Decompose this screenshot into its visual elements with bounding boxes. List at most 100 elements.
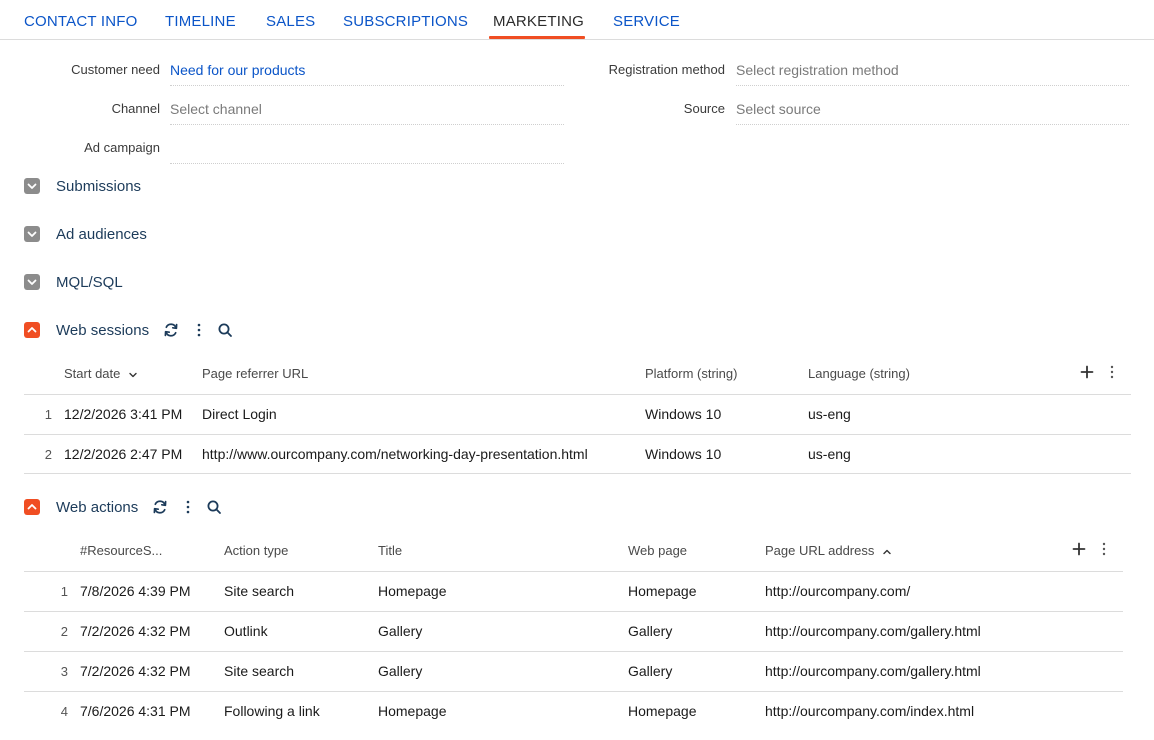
- column-header-language[interactable]: Language (string): [808, 366, 910, 381]
- table-row[interactable]: 1 12/2/2026 3:41 PM Direct Login Windows…: [24, 394, 1131, 434]
- cell-web-page: Gallery: [628, 663, 673, 679]
- table-row[interactable]: 3 7/2/2026 4:32 PM Site search Gallery G…: [24, 651, 1123, 691]
- column-header-start-date[interactable]: Start date: [64, 366, 138, 381]
- group-ad-audiences: Ad audiences: [24, 224, 147, 244]
- chevron-down-icon[interactable]: [24, 178, 40, 194]
- tab-timeline[interactable]: TIMELINE: [165, 13, 236, 30]
- cell-web-page: Homepage: [628, 583, 697, 599]
- web-actions-table: #ResourceS... Action type Title Web page…: [24, 531, 1123, 731]
- cell-language: us-eng: [808, 446, 851, 462]
- column-header-action-type[interactable]: Action type: [224, 543, 288, 558]
- group-title-submissions[interactable]: Submissions: [56, 178, 141, 195]
- cell-resource: 7/2/2026 4:32 PM: [80, 623, 191, 639]
- active-tab-indicator: [489, 36, 585, 39]
- column-header-page-url-address[interactable]: Page URL address: [765, 543, 892, 558]
- cell-start-date: 12/2/2026 3:41 PM: [64, 406, 183, 422]
- search-icon[interactable]: [206, 499, 222, 515]
- plus-icon[interactable]: [1079, 364, 1095, 385]
- source-label: Source: [683, 101, 725, 116]
- registration-method-field[interactable]: Select registration method: [736, 60, 1129, 86]
- group-submissions: Submissions: [24, 176, 141, 196]
- tab-service[interactable]: SERVICE: [613, 13, 680, 30]
- row-number: 4: [60, 704, 68, 719]
- cell-action-type: Following a link: [224, 703, 320, 719]
- cell-title: Homepage: [378, 703, 447, 719]
- channel-label: Channel: [111, 101, 160, 116]
- tab-subscriptions[interactable]: SUBSCRIPTIONS: [343, 13, 468, 30]
- cell-start-date: 12/2/2026 2:47 PM: [64, 446, 183, 462]
- cell-page-referrer-url: http://www.ourcompany.com/networking-day…: [202, 446, 588, 462]
- web-sessions-table: Start date Page referrer URL Platform (s…: [24, 354, 1131, 474]
- kebab-menu-icon[interactable]: [180, 499, 196, 515]
- column-header-page-referrer-url[interactable]: Page referrer URL: [202, 366, 308, 381]
- table-header: #ResourceS... Action type Title Web page…: [24, 531, 1123, 571]
- column-header-platform[interactable]: Platform (string): [645, 366, 737, 381]
- row-number: 1: [60, 584, 68, 599]
- source-placeholder: Select source: [736, 101, 821, 117]
- refresh-icon[interactable]: [163, 322, 179, 338]
- kebab-menu-icon[interactable]: [191, 322, 207, 338]
- column-header-web-page[interactable]: Web page: [628, 543, 687, 558]
- group-title-ad-audiences[interactable]: Ad audiences: [56, 226, 147, 243]
- cell-language: us-eng: [808, 406, 851, 422]
- chevron-up-icon[interactable]: [24, 322, 40, 338]
- customer-need-field[interactable]: Need for our products: [170, 60, 564, 86]
- table-row[interactable]: 2 12/2/2026 2:47 PM http://www.ourcompan…: [24, 434, 1131, 474]
- cell-web-page: Gallery: [628, 623, 673, 639]
- table-row[interactable]: 2 7/2/2026 4:32 PM Outlink Gallery Galle…: [24, 611, 1123, 651]
- refresh-icon[interactable]: [152, 499, 168, 515]
- source-field[interactable]: Select source: [736, 99, 1129, 125]
- column-header-label: Page URL address: [765, 543, 875, 558]
- tab-marketing[interactable]: MARKETING: [493, 13, 584, 30]
- chevron-up-icon[interactable]: [24, 499, 40, 515]
- cell-page-url: http://ourcompany.com/: [765, 583, 911, 599]
- ad-campaign-label: Ad campaign: [84, 140, 160, 155]
- row-number: 3: [60, 664, 68, 679]
- group-mql-sql: MQL/SQL: [24, 272, 123, 292]
- cell-title: Gallery: [378, 623, 423, 639]
- cell-platform: Windows 10: [645, 406, 722, 422]
- tab-bar: CONTACT INFO TIMELINE SALES SUBSCRIPTION…: [0, 0, 1154, 40]
- tab-sales[interactable]: SALES: [266, 13, 315, 30]
- registration-method-label: Registration method: [608, 62, 725, 77]
- group-title-web-actions[interactable]: Web actions: [56, 499, 138, 516]
- group-title-mql-sql[interactable]: MQL/SQL: [56, 274, 123, 291]
- chevron-down-icon[interactable]: [24, 274, 40, 290]
- cell-page-url: http://ourcompany.com/index.html: [765, 703, 975, 719]
- row-number: 2: [44, 447, 52, 462]
- cell-resource: 7/6/2026 4:31 PM: [80, 703, 191, 719]
- cell-title: Homepage: [378, 583, 447, 599]
- sort-desc-icon: [129, 372, 137, 377]
- column-header-title[interactable]: Title: [378, 543, 402, 558]
- channel-placeholder: Select channel: [170, 101, 262, 117]
- search-icon[interactable]: [217, 322, 233, 338]
- table-row[interactable]: 4 7/6/2026 4:31 PM Following a link Home…: [24, 691, 1123, 731]
- row-number: 1: [44, 407, 52, 422]
- cell-resource: 7/8/2026 4:39 PM: [80, 583, 191, 599]
- cell-title: Gallery: [378, 663, 423, 679]
- customer-need-value: Need for our products: [170, 62, 306, 78]
- customer-need-label: Customer need: [71, 62, 160, 77]
- cell-platform: Windows 10: [645, 446, 722, 462]
- ad-campaign-field[interactable]: [170, 138, 564, 164]
- table-row[interactable]: 1 7/8/2026 4:39 PM Site search Homepage …: [24, 571, 1123, 611]
- cell-page-url: http://ourcompany.com/gallery.html: [765, 623, 981, 639]
- table-header: Start date Page referrer URL Platform (s…: [24, 354, 1131, 394]
- cell-web-page: Homepage: [628, 703, 697, 719]
- cell-page-referrer-url: Direct Login: [202, 406, 277, 422]
- chevron-down-icon[interactable]: [24, 226, 40, 242]
- tab-contact-info[interactable]: CONTACT INFO: [24, 13, 138, 30]
- group-web-sessions: Web sessions: [24, 320, 233, 340]
- registration-method-placeholder: Select registration method: [736, 62, 899, 78]
- cell-resource: 7/2/2026 4:32 PM: [80, 663, 191, 679]
- channel-field[interactable]: Select channel: [170, 99, 564, 125]
- cell-page-url: http://ourcompany.com/gallery.html: [765, 663, 981, 679]
- kebab-menu-icon[interactable]: [1104, 364, 1120, 385]
- kebab-menu-icon[interactable]: [1096, 541, 1112, 562]
- column-header-label: Start date: [64, 366, 121, 381]
- column-header-resource[interactable]: #ResourceS...: [80, 543, 162, 558]
- cell-action-type: Site search: [224, 583, 295, 599]
- group-title-web-sessions[interactable]: Web sessions: [56, 322, 149, 339]
- sort-asc-icon: [883, 549, 891, 554]
- plus-icon[interactable]: [1071, 541, 1087, 562]
